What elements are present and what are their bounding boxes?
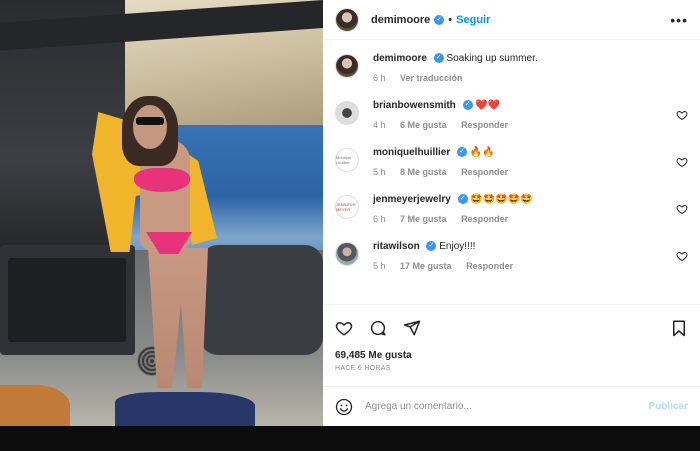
comment-likes[interactable]: 8 Me gusta	[400, 167, 447, 177]
page-bottom-strip	[0, 426, 700, 451]
comment-likes[interactable]: 6 Me gusta	[400, 120, 447, 130]
bookmark-icon[interactable]	[670, 319, 688, 337]
caption-text: demimoore ✓ Soaking up summer.	[373, 52, 688, 66]
verified-icon: ✓	[457, 194, 468, 205]
comment-time[interactable]: 6 h	[373, 214, 386, 224]
comment-item: JENNIFER MEYER jenmeyerjewelry ✓ 🤩🤩🤩🤩🤩 6…	[335, 193, 688, 224]
translate-link[interactable]: Ver traducción	[400, 73, 463, 83]
emoji-icon[interactable]	[335, 398, 353, 416]
action-bar	[323, 304, 700, 350]
commenter-avatar[interactable]	[335, 242, 359, 266]
share-icon[interactable]	[403, 319, 421, 337]
comment-item: Monique Lhuillier moniquelhuillier ✓ 🔥🔥 …	[335, 146, 688, 177]
comment-icon[interactable]	[369, 319, 387, 337]
comment-time[interactable]: 5 h	[373, 167, 386, 177]
reply-button[interactable]: Responder	[461, 167, 508, 177]
comment-meta: 5 h 8 Me gusta Responder	[373, 167, 688, 177]
like-comment-icon[interactable]	[676, 156, 688, 168]
photo-person-top	[134, 168, 190, 192]
add-comment-bar: Publicar	[323, 386, 700, 426]
comment-body: ritawilson ✓ Enjoy!!!! 5 h 17 Me gusta R…	[373, 240, 688, 271]
caption: demimoore ✓ Soaking up summer. 6 h Ver t…	[335, 52, 688, 83]
photo-person-head	[133, 105, 167, 149]
caption-body: demimoore ✓ Soaking up summer. 6 h Ver t…	[373, 52, 688, 83]
post-sidebar: demimoore ✓ • Seguir ••• demimoore ✓ Soa…	[323, 0, 700, 426]
avatar-logo-text: JENNIFER MEYER	[336, 202, 356, 212]
comment-meta: 6 h 7 Me gusta Responder	[373, 214, 688, 224]
verified-icon: ✓	[434, 14, 445, 25]
post-header: demimoore ✓ • Seguir •••	[323, 0, 700, 40]
comment-input[interactable]	[365, 401, 649, 412]
reply-button[interactable]: Responder	[466, 261, 513, 271]
commenter-avatar[interactable]	[335, 101, 359, 125]
comment-text: jenmeyerjewelry ✓ 🤩🤩🤩🤩🤩	[373, 193, 688, 207]
photo-towel	[115, 392, 255, 426]
caption-message: Soaking up summer.	[446, 53, 538, 64]
post-modal: demimoore ✓ • Seguir ••• demimoore ✓ Soa…	[0, 0, 700, 426]
caption-time[interactable]: 6 h	[373, 73, 386, 83]
photo-boat-seat	[200, 245, 323, 355]
photo-console-panel	[8, 258, 126, 342]
comment-message: 🤩🤩🤩🤩🤩	[470, 194, 533, 205]
comments-list[interactable]: demimoore ✓ Soaking up summer. 6 h Ver t…	[323, 40, 700, 304]
likes-count[interactable]: 69,485 Me gusta	[323, 350, 700, 361]
comment-body: moniquelhuillier ✓ 🔥🔥 5 h 8 Me gusta Res…	[373, 146, 688, 177]
commenter-username[interactable]: jenmeyerjewelry	[373, 194, 451, 205]
comment-text: ritawilson ✓ Enjoy!!!!	[373, 240, 688, 254]
like-comment-icon[interactable]	[676, 250, 688, 262]
avatar-logo-text: Monique Lhuillier	[336, 155, 352, 165]
comment-body: jenmeyerjewelry ✓ 🤩🤩🤩🤩🤩 6 h 7 Me gusta R…	[373, 193, 688, 224]
commenter-username[interactable]: brianbowensmith	[373, 100, 456, 111]
publish-button[interactable]: Publicar	[649, 401, 688, 412]
heart-icon[interactable]	[335, 319, 353, 337]
photo-person-sunglasses	[136, 117, 164, 125]
comment-time[interactable]: 4 h	[373, 120, 386, 130]
verified-icon: ✓	[457, 147, 468, 158]
caption-username[interactable]: demimoore	[373, 53, 427, 64]
post-photo[interactable]	[0, 0, 323, 426]
author-username[interactable]: demimoore	[371, 14, 430, 26]
reply-button[interactable]: Responder	[461, 120, 508, 130]
comment-item: ritawilson ✓ Enjoy!!!! 5 h 17 Me gusta R…	[335, 240, 688, 271]
more-options-icon[interactable]: •••	[670, 12, 688, 28]
comment-meta: 4 h 6 Me gusta Responder	[373, 120, 688, 130]
like-comment-icon[interactable]	[676, 109, 688, 121]
like-comment-icon[interactable]	[676, 203, 688, 215]
commenter-username[interactable]: ritawilson	[373, 241, 420, 252]
comment-text: moniquelhuillier ✓ 🔥🔥	[373, 146, 688, 160]
comment-item: brianbowensmith ✓ ❤️❤️ 4 h 6 Me gusta Re…	[335, 99, 688, 130]
post-timestamp: HACE 6 HORAS	[335, 365, 391, 372]
commenter-avatar[interactable]: JENNIFER MEYER	[335, 195, 359, 219]
caption-meta: 6 h Ver traducción	[373, 73, 688, 83]
follow-button[interactable]: Seguir	[456, 14, 490, 26]
comment-likes[interactable]: 17 Me gusta	[400, 261, 452, 271]
comment-meta: 5 h 17 Me gusta Responder	[373, 261, 688, 271]
verified-icon: ✓	[462, 100, 473, 111]
comment-time[interactable]: 5 h	[373, 261, 386, 271]
author-avatar[interactable]	[335, 7, 359, 32]
photo-foreground	[0, 385, 70, 426]
comment-message: 🔥🔥	[469, 147, 495, 158]
reply-button[interactable]: Responder	[461, 214, 508, 224]
comment-body: brianbowensmith ✓ ❤️❤️ 4 h 6 Me gusta Re…	[373, 99, 688, 130]
comment-likes[interactable]: 7 Me gusta	[400, 214, 447, 224]
verified-icon: ✓	[433, 53, 444, 64]
commenter-username[interactable]: moniquelhuillier	[373, 147, 450, 158]
verified-icon: ✓	[426, 241, 437, 252]
comment-message: Enjoy!!!!	[439, 241, 476, 252]
separator-dot: •	[448, 13, 453, 26]
comment-text: brianbowensmith ✓ ❤️❤️	[373, 99, 688, 113]
caption-avatar[interactable]	[335, 54, 359, 78]
commenter-avatar[interactable]: Monique Lhuillier	[335, 148, 359, 172]
comment-message: ❤️❤️	[475, 100, 501, 111]
